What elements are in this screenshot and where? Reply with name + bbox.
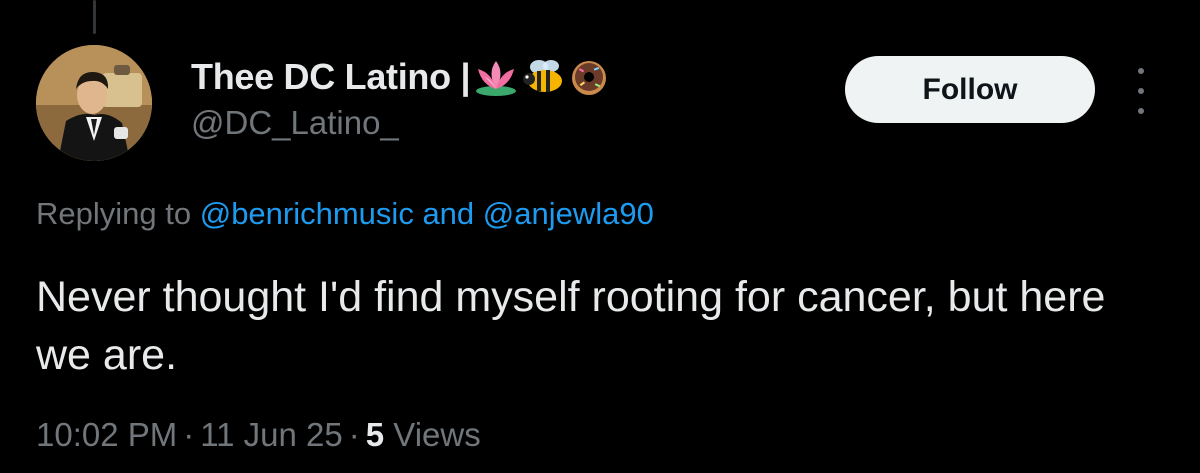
lotus-icon: [476, 61, 517, 96]
tweet-date[interactable]: 11 Jun 25: [200, 416, 343, 453]
bee-icon: [523, 60, 563, 92]
meta-separator: ·: [348, 416, 360, 453]
more-dot: [1138, 88, 1144, 94]
avatar-image: [36, 45, 152, 161]
thread-connector-line: [93, 0, 96, 34]
user-handle[interactable]: @DC_Latino_: [191, 104, 611, 142]
more-options-icon[interactable]: [1126, 68, 1156, 114]
replying-prefix: Replying to: [36, 196, 192, 231]
avatar[interactable]: [36, 45, 152, 161]
author-block[interactable]: Thee DC Latino | @DC_Latino_: [191, 52, 611, 142]
display-name-emojis: [472, 57, 611, 97]
mention-link-2[interactable]: @anjewla90: [483, 196, 654, 231]
donut-icon: [572, 61, 607, 95]
tweet-meta: 10:02 PM · 11 Jun 25 · 5 Views: [36, 416, 481, 454]
replying-to-line: Replying to @benrichmusic and @anjewla90: [36, 196, 654, 232]
follow-button[interactable]: Follow: [845, 56, 1095, 123]
views-count[interactable]: 5: [366, 416, 384, 453]
tweet-time[interactable]: 10:02 PM: [36, 416, 177, 453]
display-name-row[interactable]: Thee DC Latino |: [191, 52, 611, 102]
views-label[interactable]: Views: [393, 416, 480, 453]
more-dot: [1138, 68, 1144, 74]
mention-link-1[interactable]: @benrichmusic: [200, 196, 414, 231]
display-name[interactable]: Thee DC Latino |: [191, 56, 471, 98]
replying-joiner: and: [422, 196, 475, 231]
tweet-text: Never thought I'd find myself rooting fo…: [36, 273, 1106, 379]
more-dot: [1138, 108, 1144, 114]
meta-separator: ·: [183, 416, 195, 453]
